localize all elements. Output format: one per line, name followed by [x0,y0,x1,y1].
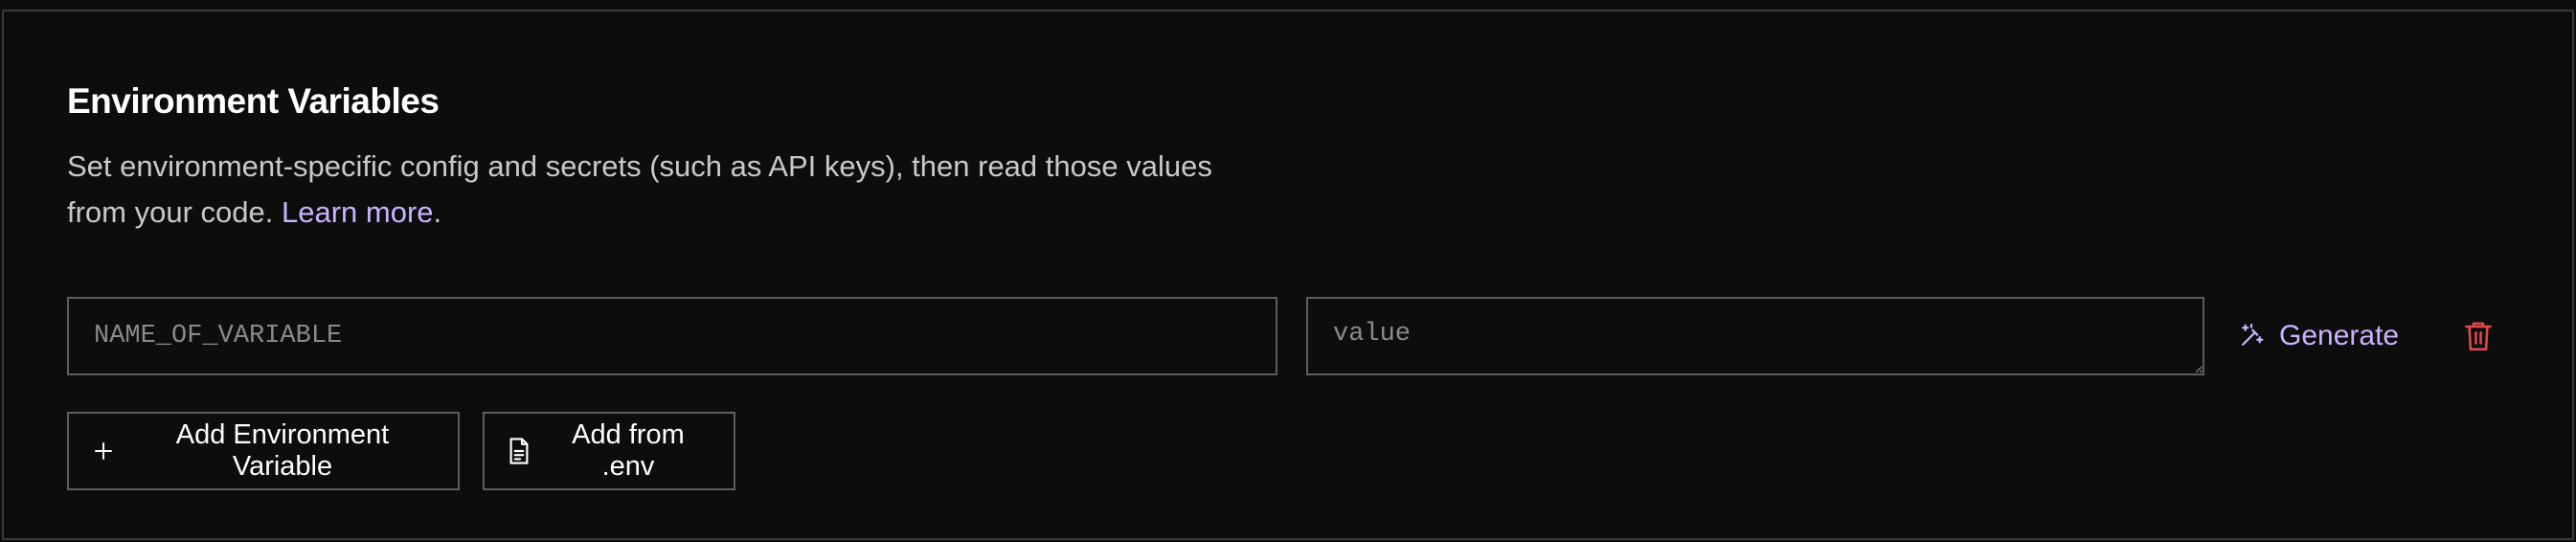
magic-wand-icon [2237,322,2266,350]
variable-name-input[interactable] [67,297,1277,375]
section-description: Set environment-specific config and secr… [67,149,1212,229]
file-icon [508,437,531,465]
trash-icon [2464,320,2493,352]
variable-value-input[interactable] [1306,297,2204,375]
add-from-env-button[interactable]: Add from .env [483,412,735,490]
generate-label: Generate [2279,320,2400,351]
learn-more-link[interactable]: Learn more [282,195,434,229]
description-text: Set environment-specific config and secr… [67,149,1212,229]
add-environment-variable-button[interactable]: Add Environment Variable [67,412,460,490]
delete-variable-button[interactable] [2461,316,2496,356]
add-from-env-label: Add from .env [572,419,685,482]
add-environment-variable-label: Add Environment Variable [175,419,390,482]
generate-button[interactable]: Generate [2231,312,2405,360]
environment-variables-panel: Environment Variables Set environment-sp… [2,10,2574,540]
section-title: Environment Variables [67,81,440,121]
plus-icon [92,440,115,463]
